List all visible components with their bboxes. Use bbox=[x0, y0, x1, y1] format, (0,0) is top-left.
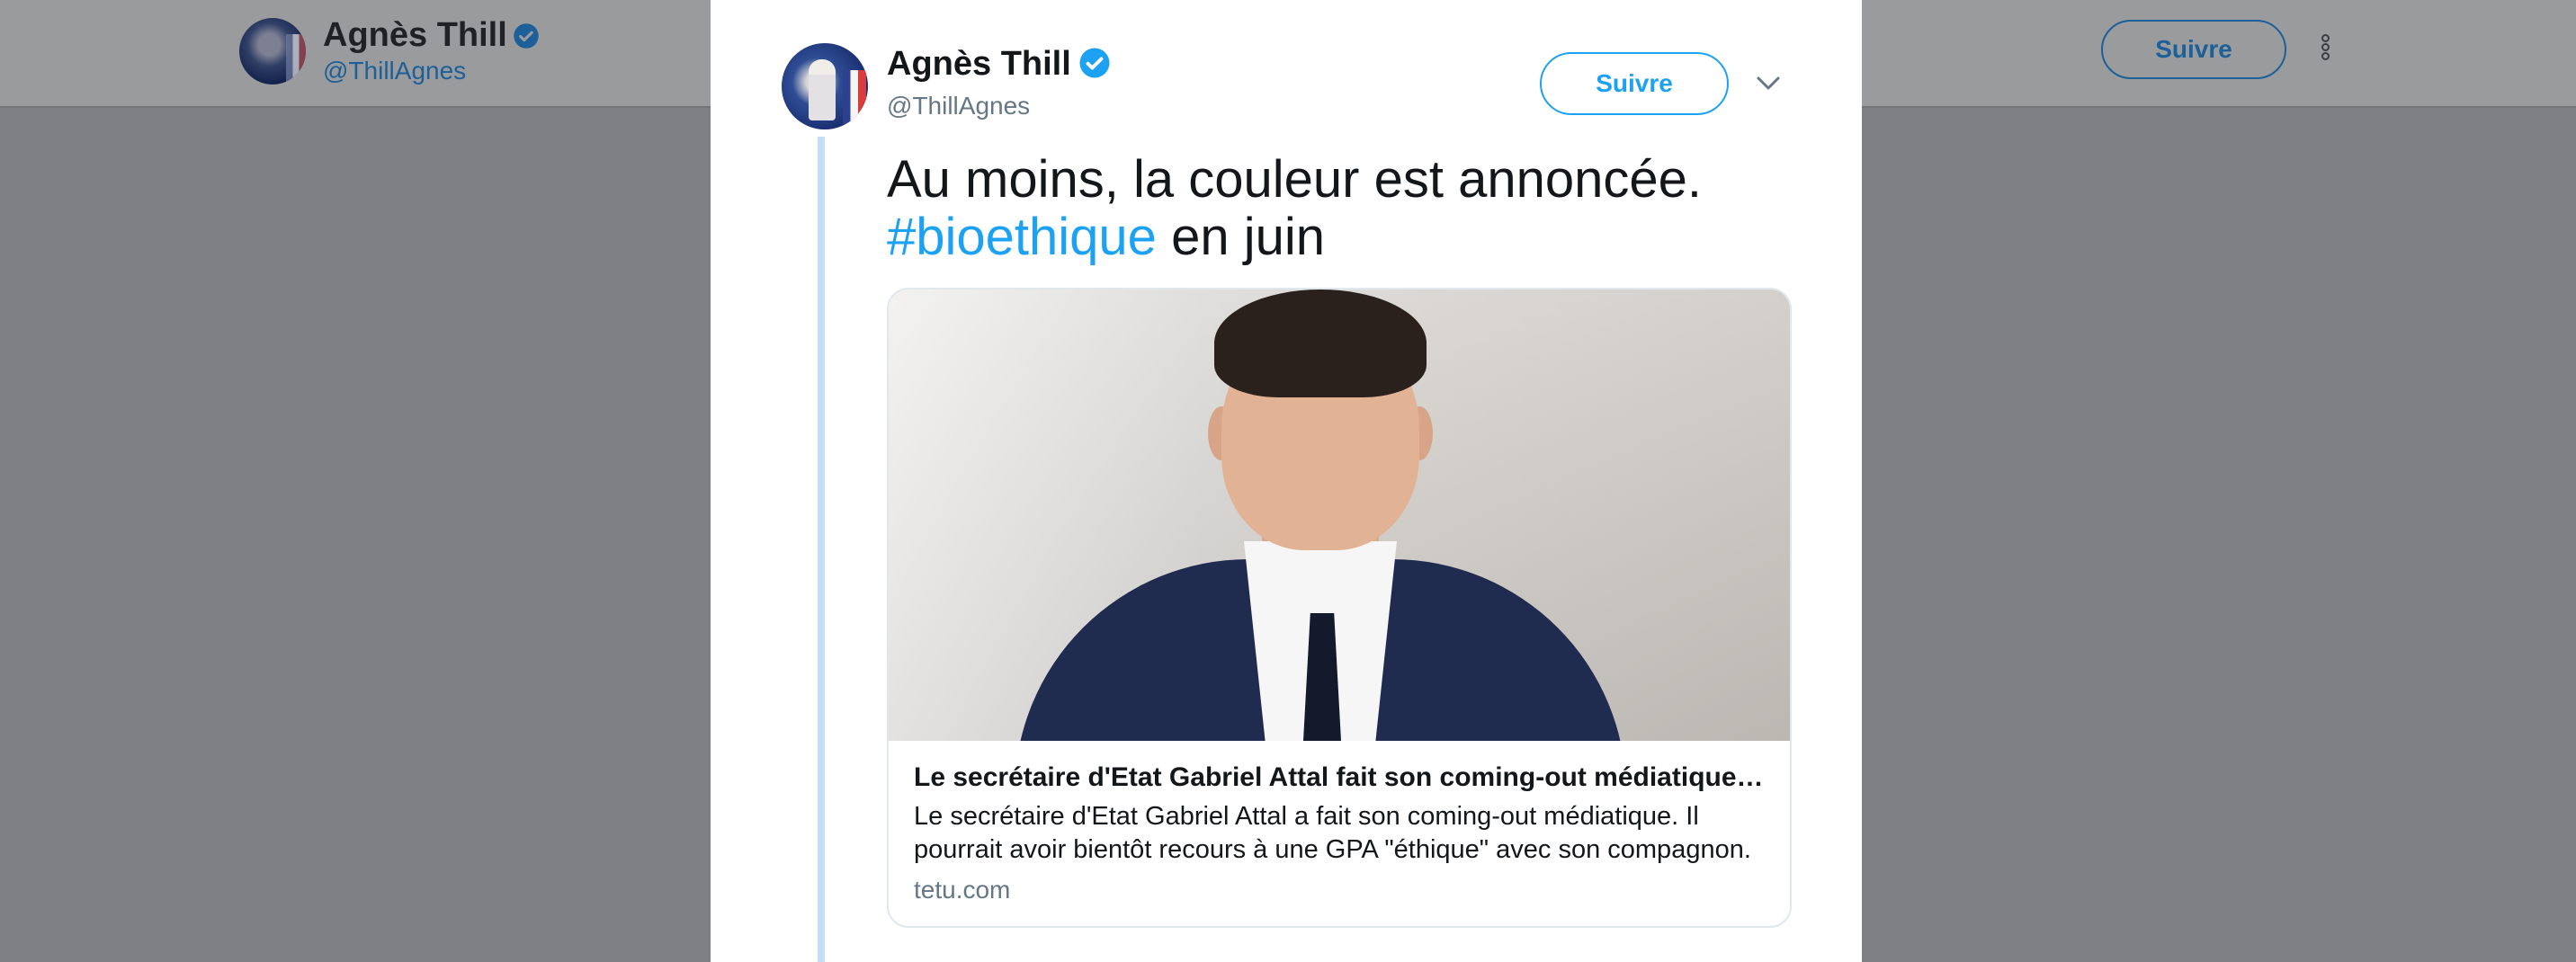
background-profile-name: Agnès Thill bbox=[323, 16, 540, 55]
tweet-text: Au moins, la couleur est annoncée. #bioe… bbox=[887, 150, 1702, 266]
author-handle[interactable]: @ThillAgnes bbox=[887, 92, 1030, 120]
link-preview-description: Le secrétaire d'Etat Gabriel Attal a fai… bbox=[914, 802, 1751, 864]
link-preview-card[interactable]: Le secrétaire d'Etat Gabriel Attal fait … bbox=[887, 288, 1792, 928]
background-follow-button[interactable]: Suivre bbox=[2101, 20, 2286, 79]
background-avatar bbox=[239, 18, 306, 85]
author-avatar[interactable] bbox=[782, 43, 868, 129]
verified-badge-icon bbox=[514, 23, 539, 49]
link-preview-domain: tetu.com bbox=[914, 876, 1011, 904]
author-name[interactable]: Agnès Thill bbox=[887, 45, 1111, 84]
hashtag-link[interactable]: #bioethique bbox=[887, 208, 1157, 266]
verified-badge-icon bbox=[1079, 48, 1110, 78]
follow-button[interactable]: Suivre bbox=[1540, 52, 1729, 115]
more-vertical-icon[interactable] bbox=[2321, 34, 2335, 70]
link-preview-image[interactable] bbox=[889, 289, 1790, 741]
thread-line bbox=[818, 137, 825, 962]
link-preview-title[interactable]: Le secrétaire d'Etat Gabriel Attal fait … bbox=[914, 762, 1768, 793]
tweet-modal: Agnès Thill @ThillAgnes Suivre Au moins,… bbox=[711, 0, 1862, 962]
chevron-down-icon[interactable] bbox=[1756, 72, 1781, 94]
background-profile-handle: @ThillAgnes bbox=[323, 57, 467, 85]
